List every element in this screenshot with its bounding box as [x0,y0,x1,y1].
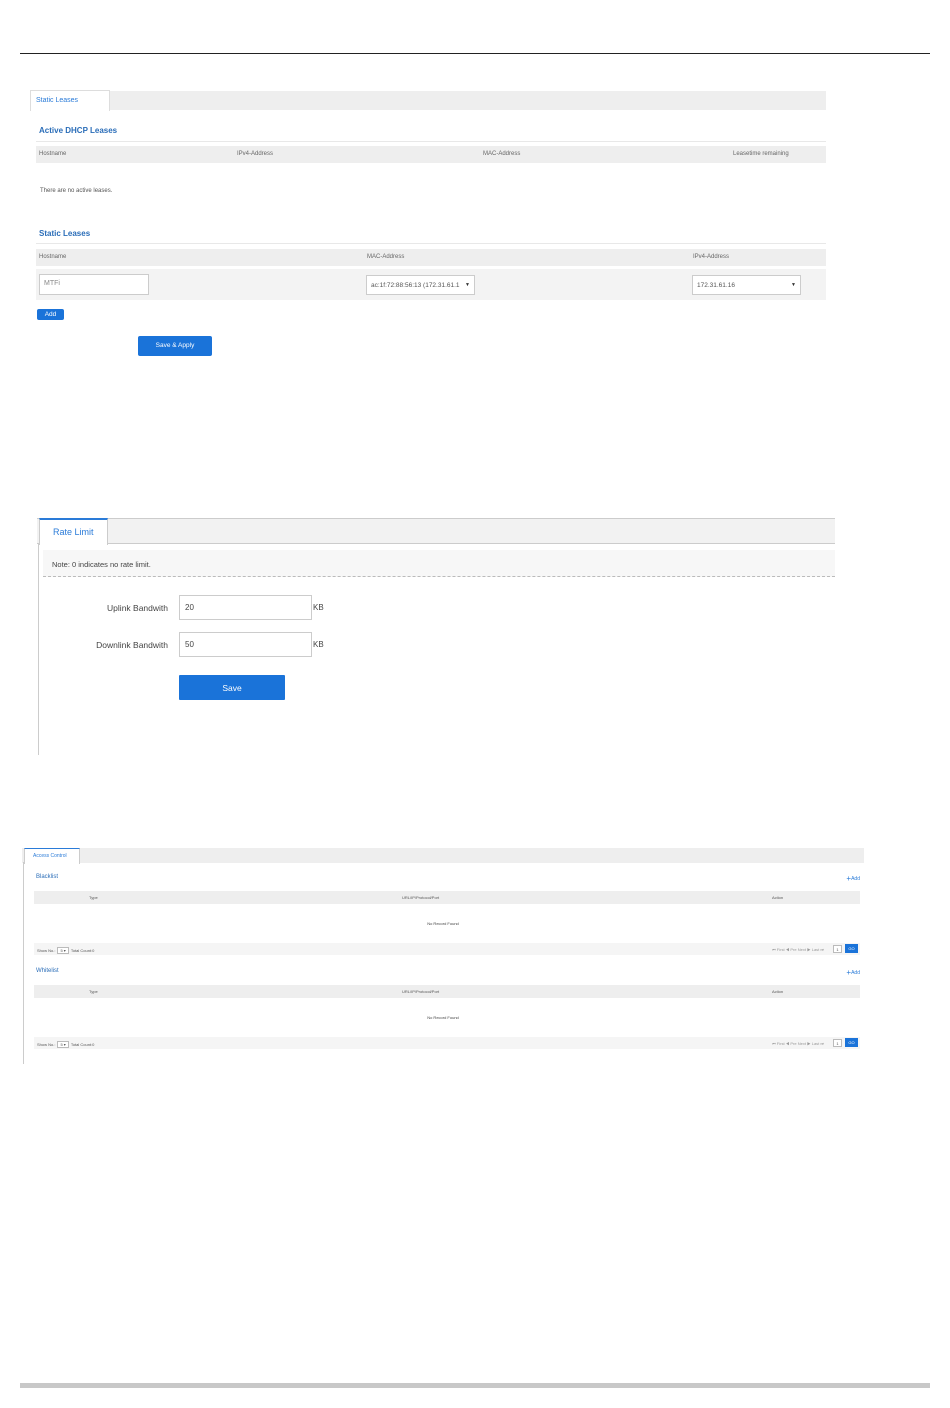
col-mac: MAC-Address [483,151,521,157]
mac-select-value: ac:1f:72:88:56:13 (172.31.61.1 [371,282,460,289]
pager-left: Show No.: 5 ▾ Total Count:0 [37,1041,94,1048]
blacklist-title: Blacklist [36,874,59,880]
add-label: Add [851,970,860,976]
tab-static-leases[interactable]: Static Leases [30,90,110,111]
col-mac: MAC-Address [367,254,405,260]
go-button[interactable]: GO [845,944,858,953]
mac-select[interactable]: ac:1f:72:88:56:13 (172.31.61.1 ▼ [366,275,475,295]
downlink-label: Downlink Bandwith [96,640,168,650]
page-size-select[interactable]: 5 ▾ [57,1041,69,1048]
col-type: Type [89,989,98,994]
col-ipv4: IPv4-Address [237,151,274,157]
blacklist-header: Type URL/IP/Protocol/Port Action [34,891,860,904]
access-control-panel: Access Control Blacklist +Add Type URL/I… [22,846,864,1064]
panel-border [38,544,39,755]
pager-nav[interactable]: ⏮ First ◀ Pre Next ▶ Last ⏭ [772,1041,824,1046]
save-button[interactable]: Save [179,675,285,700]
whitelist-pager: Show No.: 5 ▾ Total Count:0 ⏮ First ◀ Pre … [34,1037,860,1049]
whitelist-empty-text: No Record Found [427,1015,459,1020]
page-size-select[interactable]: 5 ▾ [57,947,69,954]
total-count: Total Count:0 [70,1042,95,1047]
col-leasetime: Leasetime remaining [733,151,789,157]
pager-nav[interactable]: ⏮ First ◀ Pre Next ▶ Last ⏭ [772,947,824,952]
tab-strip [22,848,864,863]
uplink-unit: KB [313,603,324,612]
downlink-unit: KB [313,640,324,649]
active-leases-title: Active DHCP Leases [39,126,118,135]
chevron-down-icon: ▼ [791,282,796,288]
go-button[interactable]: GO [845,1038,858,1047]
hostname-input[interactable]: MTFi [39,274,149,295]
section-divider [36,141,826,142]
col-url: URL/IP/Protocol/Port [402,989,440,994]
tab-access-control[interactable]: Access Control [24,848,80,864]
show-no-label: Show No.: [37,948,56,953]
whitelist-header: Type URL/IP/Protocol/Port Action [34,985,860,998]
blacklist-empty-text: No Record Found [427,921,459,926]
no-active-leases-text: There are no active leases. [40,188,113,194]
save-apply-button[interactable]: Save & Apply [138,336,212,356]
uplink-input[interactable]: 20 [179,595,312,620]
rate-limit-panel: Rate Limit Note: 0 indicates no rate lim… [37,518,835,755]
page-input[interactable]: 1 [833,945,842,953]
col-hostname: Hostname [39,151,67,157]
static-leases-panel: Static Leases Active DHCP Leases Hostnam… [22,89,826,424]
add-label: Add [851,876,860,882]
downlink-input[interactable]: 50 [179,632,312,657]
ipv4-select[interactable]: 172.31.61.16 ▼ [692,275,801,295]
ipv4-select-value: 172.31.61.16 [697,282,735,289]
chevron-down-icon: ▼ [465,282,470,288]
blacklist-add-link[interactable]: +Add [846,874,860,883]
show-no-label: Show No.: [37,1042,56,1047]
tab-rate-limit[interactable]: Rate Limit [39,518,108,545]
col-ipv4: IPv4-Address [693,254,730,260]
col-type: Type [89,895,98,900]
col-url: URL/IP/Protocol/Port [402,895,440,900]
static-leases-title: Static Leases [39,229,91,238]
panel-border [23,862,24,1064]
whitelist-title: Whitelist [36,968,59,974]
page-size-value: 5 [60,948,63,953]
add-button[interactable]: Add [37,309,64,320]
static-leases-header: Hostname MAC-Address IPv4-Address [36,249,826,266]
page-input[interactable]: 1 [833,1039,842,1047]
whitelist-add-link[interactable]: +Add [846,968,860,977]
col-action: Action [772,895,784,900]
tab-strip [37,518,835,544]
uplink-label: Uplink Bandwith [107,603,168,613]
footer-bar [20,1383,930,1388]
tab-strip [30,91,826,110]
rate-limit-note: Note: 0 indicates no rate limit. [43,550,835,577]
active-leases-header: Hostname IPv4-Address MAC-Address Leaset… [36,146,826,163]
header-rule [20,53,930,54]
col-hostname: Hostname [39,254,67,260]
blacklist-pager: Show No.: 5 ▾ Total Count:0 ⏮ First ◀ Pre … [34,943,860,955]
section-divider [36,243,826,244]
total-count: Total Count:0 [70,948,95,953]
page-size-value: 5 [60,1042,63,1047]
pager-left: Show No.: 5 ▾ Total Count:0 [37,947,94,954]
col-action: Action [772,989,784,994]
